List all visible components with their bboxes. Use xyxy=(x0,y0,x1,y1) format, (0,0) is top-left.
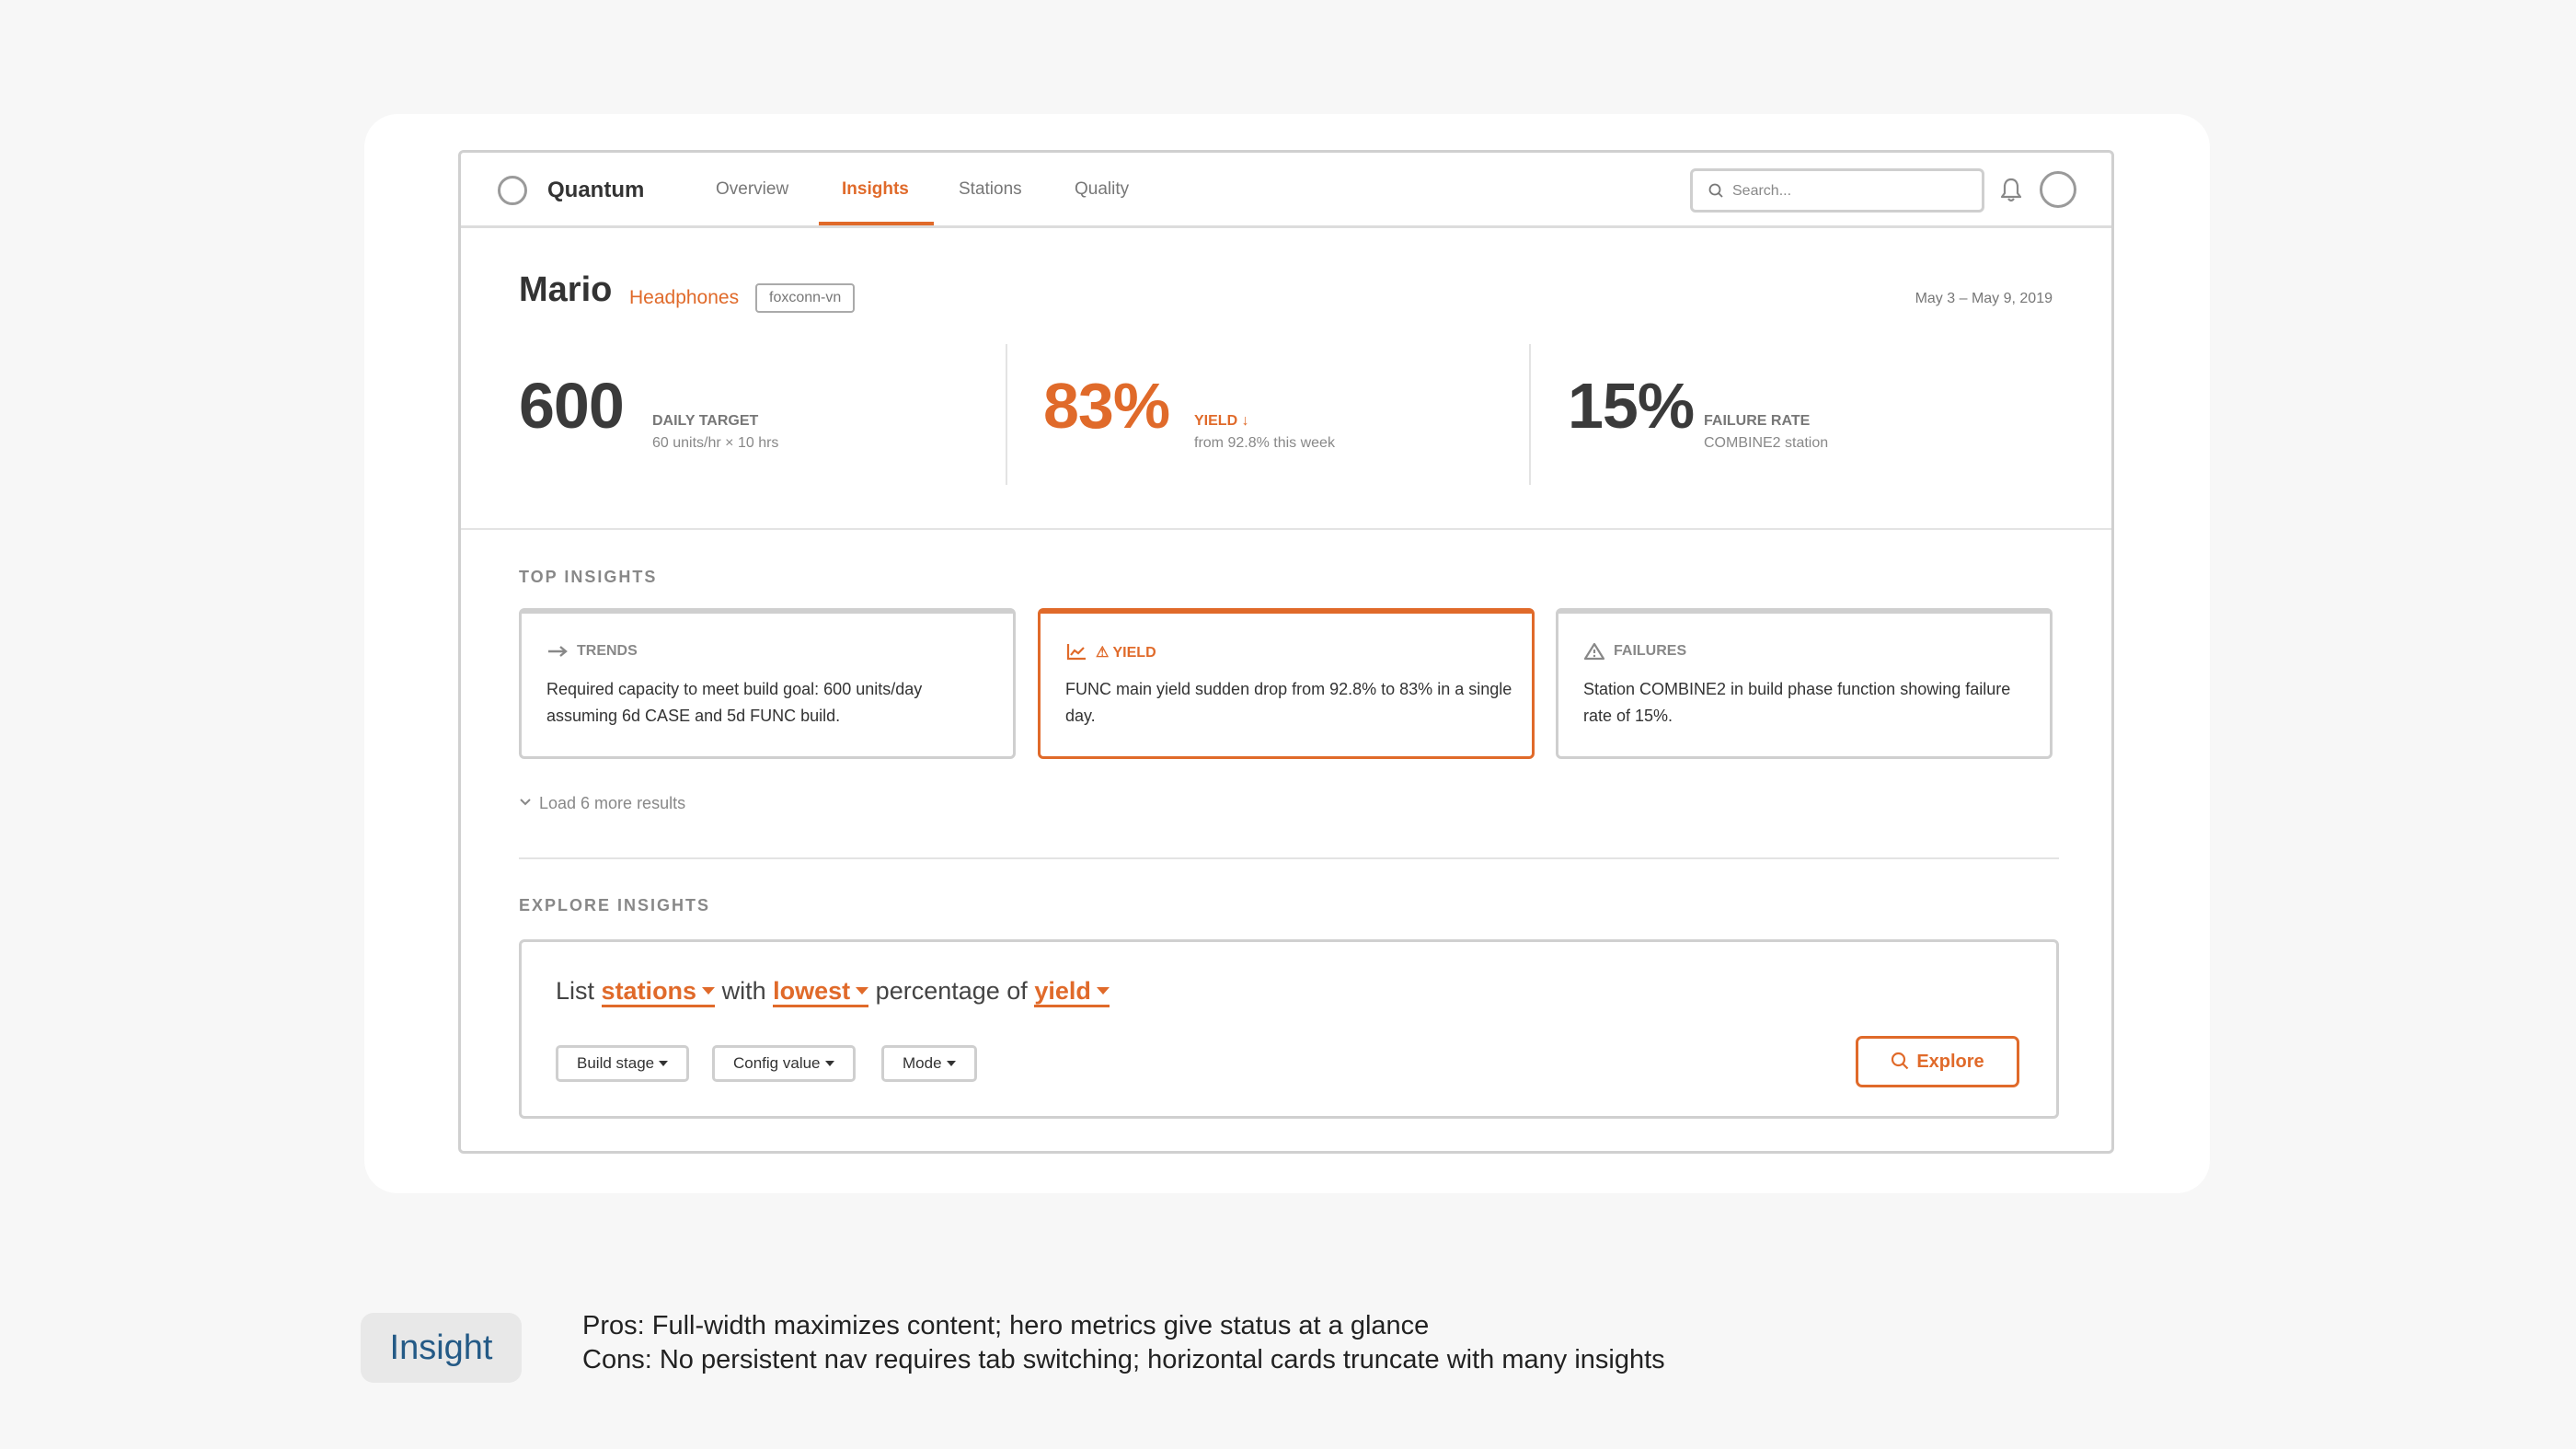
insight-text: Required capacity to meet build goal: 60… xyxy=(546,680,923,725)
app-window: Quantum Overview Insights Stations Quali… xyxy=(458,150,2114,1154)
filter-label: Mode xyxy=(903,1054,942,1072)
search-input[interactable]: Search... xyxy=(1690,168,1984,213)
logo-icon[interactable] xyxy=(498,176,527,205)
load-more-button[interactable]: Load 6 more results xyxy=(519,794,685,813)
insight-card-yield[interactable]: ⚠ YIELD FUNC main yield sudden drop from… xyxy=(1038,608,1535,759)
entity-dropdown[interactable]: stations xyxy=(601,977,716,1007)
avatar[interactable] xyxy=(2040,171,2076,208)
caption-pros: Pros: Full-width maximizes content; hero… xyxy=(582,1311,1430,1340)
caption-tag: Insight xyxy=(361,1313,522,1383)
query-sentence: List stations with lowest percentage of … xyxy=(556,977,1110,1007)
caret-down-icon xyxy=(824,1060,834,1066)
active-tab-indicator xyxy=(819,222,934,225)
caret-down-icon xyxy=(702,986,716,995)
yield-sub: from 92.8% this week xyxy=(1194,435,1335,451)
product-link[interactable]: Headphones xyxy=(629,287,739,309)
caret-down-icon xyxy=(856,986,869,995)
arrow-right-icon xyxy=(548,646,568,657)
yield-label: YIELD ↓ xyxy=(1194,413,1249,429)
tab-stations[interactable]: Stations xyxy=(959,179,1022,200)
insight-label: ⚠ YIELD xyxy=(1096,645,1156,661)
load-more-label: Load 6 more results xyxy=(539,794,686,812)
insight-text: Station COMBINE2 in build phase function… xyxy=(1583,680,2011,725)
order-dropdown[interactable]: lowest xyxy=(773,977,869,1007)
bell-icon[interactable] xyxy=(1998,176,2024,203)
config-value-filter[interactable]: Config value xyxy=(712,1045,856,1082)
page-title: Mario xyxy=(519,270,613,309)
line-chart-icon xyxy=(1066,644,1086,661)
search-icon xyxy=(1892,1052,1909,1069)
insight-label: TRENDS xyxy=(577,643,638,659)
failure-rate-value: 15% xyxy=(1568,370,1695,442)
explore-button[interactable]: Explore xyxy=(1856,1036,2019,1087)
section-divider xyxy=(519,857,2059,859)
daily-target-sub: 60 units/hr × 10 hrs xyxy=(652,435,779,451)
insight-card-trends[interactable]: TRENDS Required capacity to meet build g… xyxy=(519,608,1016,759)
metric-value: yield xyxy=(1034,977,1091,1005)
tab-quality[interactable]: Quality xyxy=(1075,179,1129,200)
section-divider xyxy=(461,528,2111,530)
metric-dropdown[interactable]: yield xyxy=(1034,977,1110,1007)
caption-cons: Cons: No persistent nav requires tab swi… xyxy=(582,1345,1665,1374)
brand-name[interactable]: Quantum xyxy=(547,178,644,203)
filter-label: Config value xyxy=(733,1054,821,1072)
query-text: with xyxy=(721,977,766,1005)
explore-insights-heading: EXPLORE INSIGHTS xyxy=(519,896,711,914)
search-icon xyxy=(1708,183,1723,198)
order-value: lowest xyxy=(773,977,851,1005)
query-text: percentage of xyxy=(875,977,1028,1005)
site-tag[interactable]: foxconn-vn xyxy=(755,283,856,313)
top-nav-bar: Quantum Overview Insights Stations Quali… xyxy=(461,153,2111,228)
query-text: List xyxy=(556,977,595,1005)
metric-divider xyxy=(1006,344,1007,485)
search-placeholder: Search... xyxy=(1732,183,1792,199)
metric-divider xyxy=(1529,344,1531,485)
tab-overview[interactable]: Overview xyxy=(716,179,788,200)
insight-card-failures[interactable]: FAILURES Station COMBINE2 in build phase… xyxy=(1556,608,2053,759)
filter-label: Build stage xyxy=(577,1054,655,1072)
top-insights-heading: TOP INSIGHTS xyxy=(519,568,658,586)
mode-filter[interactable]: Mode xyxy=(881,1045,977,1082)
entity-value: stations xyxy=(601,977,697,1005)
caret-down-icon xyxy=(1096,986,1110,995)
failure-rate-label: FAILURE RATE xyxy=(1704,413,1811,429)
build-stage-filter[interactable]: Build stage xyxy=(556,1045,690,1082)
yield-value: 83% xyxy=(1043,370,1170,442)
tab-insights[interactable]: Insights xyxy=(842,179,909,200)
chevron-down-icon xyxy=(520,799,531,806)
date-range[interactable]: May 3 – May 9, 2019 xyxy=(1915,291,2053,307)
warning-triangle-icon xyxy=(1583,642,1605,661)
insight-text: FUNC main yield sudden drop from 92.8% t… xyxy=(1065,680,1512,725)
insight-label: FAILURES xyxy=(1614,643,1687,659)
caret-down-icon xyxy=(659,1060,669,1066)
daily-target-value: 600 xyxy=(519,370,625,442)
explore-button-label: Explore xyxy=(1916,1052,1984,1072)
failure-rate-sub: COMBINE2 station xyxy=(1704,435,1829,451)
explore-query-builder: List stations with lowest percentage of … xyxy=(519,939,2059,1119)
daily-target-label: DAILY TARGET xyxy=(652,413,759,429)
caret-down-icon xyxy=(946,1060,956,1066)
